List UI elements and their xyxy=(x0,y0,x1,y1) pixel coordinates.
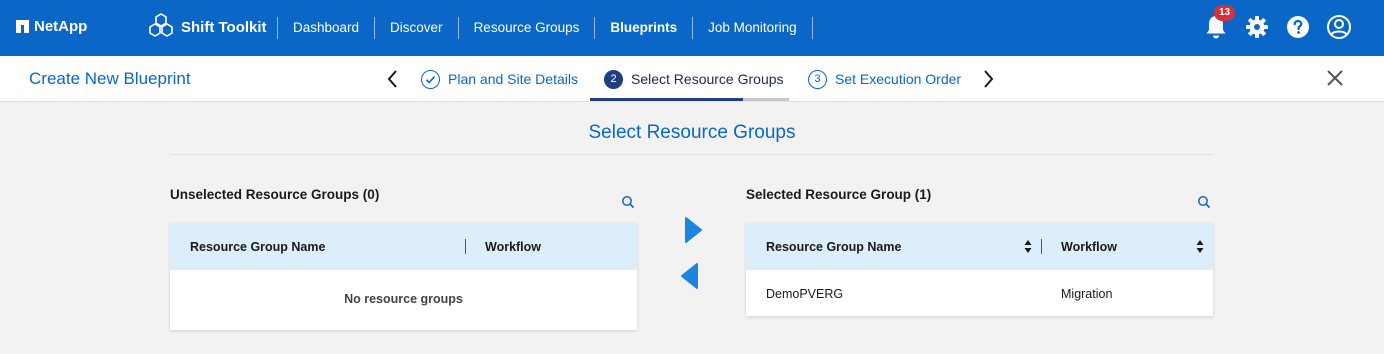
brand-name: NetApp xyxy=(34,18,88,35)
column-divider xyxy=(1041,239,1042,254)
nav-dashboard[interactable]: Dashboard xyxy=(277,17,374,39)
user-avatar-icon xyxy=(1327,15,1351,39)
sort-icon[interactable] xyxy=(1024,239,1032,254)
selected-panel-title: Selected Resource Group (1) xyxy=(746,187,932,202)
column-header-resource-group-name[interactable]: Resource Group Name xyxy=(190,223,325,270)
top-navbar: NetApp Shift Toolkit Dashboard Discover … xyxy=(0,0,1384,56)
netapp-logo-icon xyxy=(16,20,29,33)
main-nav: Dashboard Discover Resource Groups Bluep… xyxy=(277,0,813,56)
product-title[interactable]: Shift Toolkit xyxy=(148,13,267,41)
table-body: No resource groups xyxy=(170,270,637,330)
empty-state-message: No resource groups xyxy=(344,292,463,306)
table-row[interactable]: DemoPVERG Migration xyxy=(746,270,1213,316)
user-profile-button[interactable] xyxy=(1324,12,1354,42)
page-title: Select Resource Groups xyxy=(588,122,796,143)
netapp-logo[interactable]: NetApp xyxy=(16,18,87,35)
search-icon[interactable] xyxy=(621,195,635,209)
cell-resource-group-name: DemoPVERG xyxy=(766,287,844,301)
close-icon[interactable] xyxy=(1326,69,1344,87)
search-icon[interactable] xyxy=(1197,195,1211,209)
table-header: Resource Group Name Workflow xyxy=(746,223,1213,270)
step-number: 3 xyxy=(808,69,827,89)
help-button[interactable] xyxy=(1283,12,1313,42)
step-label: Set Execution Order xyxy=(835,71,962,87)
notification-count-badge: 13 xyxy=(1214,5,1236,21)
cell-workflow: Migration xyxy=(1061,287,1113,301)
divider xyxy=(170,154,1213,155)
table-header: Resource Group Name Workflow xyxy=(170,223,637,270)
column-header-workflow[interactable]: Workflow xyxy=(485,223,541,270)
hexagon-cluster-icon xyxy=(149,13,173,37)
column-header-resource-group-name[interactable]: Resource Group Name xyxy=(766,223,901,270)
step-number: 2 xyxy=(604,69,623,89)
column-header-workflow[interactable]: Workflow xyxy=(1061,223,1117,270)
column-divider xyxy=(465,239,466,254)
step-plan-and-site-details[interactable]: Plan and Site Details xyxy=(421,68,578,90)
check-circle-icon xyxy=(421,69,440,89)
nav-blueprints[interactable]: Blueprints xyxy=(594,17,692,39)
step-label: Select Resource Groups xyxy=(631,71,784,87)
unselected-resource-groups-table: Resource Group Name Workflow No resource… xyxy=(170,223,637,330)
wizard-header: Create New Blueprint Plan and Site Detai… xyxy=(0,56,1384,102)
sort-icon[interactable] xyxy=(1196,239,1204,254)
gear-icon xyxy=(1246,16,1268,38)
nav-icon-group: 13 xyxy=(1190,5,1354,42)
step-select-resource-groups[interactable]: 2 Select Resource Groups xyxy=(604,68,784,90)
wizard-title: Create New Blueprint xyxy=(29,69,191,88)
nav-resource-groups[interactable]: Resource Groups xyxy=(457,17,595,39)
step-label: Plan and Site Details xyxy=(448,71,578,87)
step-progress-track xyxy=(743,98,789,101)
notifications-button[interactable]: 13 xyxy=(1201,5,1236,42)
active-step-indicator xyxy=(590,98,743,101)
unselected-panel-title: Unselected Resource Groups (0) xyxy=(170,187,380,202)
settings-button[interactable] xyxy=(1242,12,1272,42)
move-left-arrow-icon[interactable] xyxy=(680,262,700,290)
step-set-execution-order[interactable]: 3 Set Execution Order xyxy=(808,68,961,90)
chevron-right-icon[interactable] xyxy=(978,68,998,90)
move-right-arrow-icon[interactable] xyxy=(683,216,703,244)
product-name: Shift Toolkit xyxy=(181,18,267,36)
help-icon xyxy=(1287,16,1309,38)
nav-discover[interactable]: Discover xyxy=(374,17,458,39)
nav-job-monitoring[interactable]: Job Monitoring xyxy=(692,17,813,39)
chevron-left-icon[interactable] xyxy=(383,68,403,90)
selected-resource-groups-table: Resource Group Name Workflow DemoPVERG M… xyxy=(746,223,1213,316)
